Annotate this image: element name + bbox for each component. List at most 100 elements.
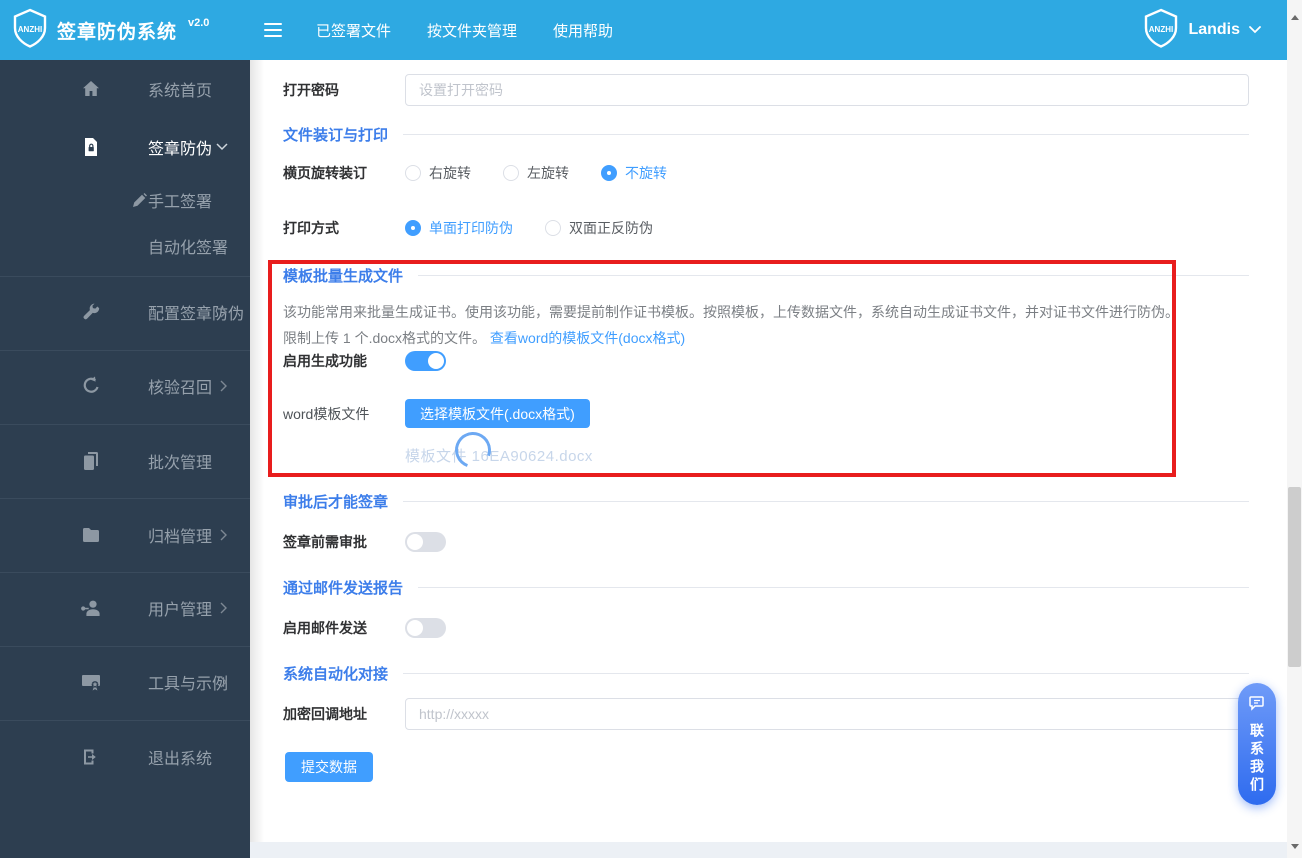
enable-generate-row: 启用生成功能 xyxy=(283,351,446,371)
sidebar-item-config-antifake[interactable]: 配置签章防伪 xyxy=(0,292,250,332)
user-menu[interactable]: ANZHI Landis xyxy=(1143,8,1261,53)
user-avatar: ANZHI xyxy=(1143,8,1179,53)
radio-double-side-print[interactable]: 双面正反防伪 xyxy=(545,218,653,238)
folder-icon xyxy=(80,524,102,546)
approval-toggle[interactable] xyxy=(405,532,446,552)
user-key-icon xyxy=(80,597,102,619)
chevron-right-icon xyxy=(220,602,228,614)
radio-circle-icon xyxy=(601,165,617,181)
brand[interactable]: ANZHI 签章防伪系统 v2.0 xyxy=(0,8,242,53)
section-template-generate: 模板批量生成文件 xyxy=(283,265,1249,286)
brand-logo-icon: ANZHI xyxy=(12,8,48,53)
app-version: v2.0 xyxy=(188,17,210,29)
template-doc-link[interactable]: 查看word的模板文件(docx格式) xyxy=(490,330,685,346)
scrollbar-up-arrow[interactable] xyxy=(1287,10,1302,25)
menu-toggle-button[interactable] xyxy=(258,17,288,43)
sidebar-item-verify-recall[interactable]: 核验召回 xyxy=(0,366,250,406)
print-mode-row: 打印方式 单面打印防伪 双面正反防伪 xyxy=(283,218,685,238)
sidebar-item-user-management[interactable]: 用户管理 xyxy=(0,588,250,628)
sidebar-item-home[interactable]: 系统首页 xyxy=(0,69,250,109)
wrench-icon xyxy=(80,301,102,323)
callback-row: 加密回调地址 xyxy=(283,698,1249,730)
doc-lock-icon xyxy=(80,136,102,158)
word-template-label: word模板文件 xyxy=(283,405,370,422)
section-binding-print: 文件装订与打印 xyxy=(283,124,1249,145)
rotate-binding-row: 横页旋转装订 右旋转 左旋转 不旋转 xyxy=(283,163,699,183)
top-header: ANZHI 签章防伪系统 v2.0 已签署文件 按文件夹管理 使用帮助 ANZH… xyxy=(0,0,1287,60)
top-navigation: 已签署文件 按文件夹管理 使用帮助 xyxy=(316,20,613,41)
sidebar-divider xyxy=(0,498,250,499)
section-rule xyxy=(403,501,1249,502)
mail-row: 启用邮件发送 xyxy=(283,618,446,638)
app-title: 签章防伪系统 xyxy=(57,21,178,43)
sidebar-item-batch-management[interactable]: 批次管理 xyxy=(0,441,250,481)
nav-help[interactable]: 使用帮助 xyxy=(553,20,613,41)
section-rule xyxy=(403,134,1249,135)
page-scrollbar[interactable] xyxy=(1287,0,1302,858)
radio-circle-icon xyxy=(545,220,561,236)
brand-logo-text: ANZHI xyxy=(18,25,42,34)
home-icon xyxy=(80,78,102,100)
section-rule xyxy=(418,275,1249,276)
sidebar: 系统首页 签章防伪 手工签署 自动化签署 配置签章防伪 核验召回 批次管理 归档… xyxy=(0,60,250,858)
nav-signed-files[interactable]: 已签署文件 xyxy=(316,20,391,41)
contact-us-button[interactable]: 联系我们 xyxy=(1238,683,1276,805)
enable-generate-label: 启用生成功能 xyxy=(283,353,367,369)
section-approval: 审批后才能签章 xyxy=(283,491,1249,512)
undo-icon xyxy=(80,375,102,397)
callback-label: 加密回调地址 xyxy=(283,706,367,722)
submit-button[interactable]: 提交数据 xyxy=(285,752,373,782)
sidebar-item-tools-examples[interactable]: 工具与示例 xyxy=(0,662,250,702)
word-template-row: word模板文件 选择模板文件(.docx格式) xyxy=(283,399,590,428)
approval-label: 签章前需审批 xyxy=(283,534,367,550)
scrollbar-thumb[interactable] xyxy=(1288,487,1301,667)
approval-row: 签章前需审批 xyxy=(283,532,446,552)
chevron-down-icon xyxy=(216,143,228,151)
radio-no-rotate[interactable]: 不旋转 xyxy=(601,163,667,183)
sidebar-shadow xyxy=(250,60,264,858)
sidebar-divider xyxy=(0,720,250,721)
app-window: ANZHI 签章防伪系统 v2.0 已签署文件 按文件夹管理 使用帮助 ANZH… xyxy=(0,0,1302,858)
chevron-right-icon xyxy=(220,306,228,318)
radio-circle-icon xyxy=(405,165,421,181)
sidebar-item-auto-sign[interactable]: 自动化签署 xyxy=(0,226,250,266)
sidebar-divider xyxy=(0,276,250,277)
scrollbar-down-arrow[interactable] xyxy=(1287,839,1302,854)
user-name: Landis xyxy=(1188,21,1240,38)
open-password-input[interactable] xyxy=(405,74,1249,106)
choose-template-button[interactable]: 选择模板文件(.docx格式) xyxy=(405,399,590,428)
chevron-right-icon xyxy=(220,529,228,541)
chevron-right-icon xyxy=(220,380,228,392)
print-mode-label: 打印方式 xyxy=(283,220,339,236)
sidebar-item-manual-sign[interactable]: 手工签署 xyxy=(0,180,250,220)
callback-url-input[interactable] xyxy=(405,698,1249,730)
monitor-badge-icon xyxy=(80,671,102,693)
sidebar-item-archive-management[interactable]: 归档管理 xyxy=(0,515,250,555)
mail-toggle[interactable] xyxy=(405,618,446,638)
open-password-row: 打开密码 xyxy=(283,74,1249,106)
enable-generate-toggle[interactable] xyxy=(405,351,446,371)
section-system-api: 系统自动化对接 xyxy=(283,663,1249,684)
sidebar-divider xyxy=(0,646,250,647)
settings-form: 打开密码 文件装订与打印 横页旋转装订 右旋转 左旋转 不旋转 打印方式 单面打… xyxy=(250,60,1287,858)
logout-icon xyxy=(80,746,102,768)
open-password-label: 打开密码 xyxy=(283,82,339,98)
rotate-binding-label: 横页旋转装订 xyxy=(283,165,367,181)
loading-spinner-icon xyxy=(449,426,497,474)
section-rule xyxy=(418,587,1249,588)
svg-text:ANZHI: ANZHI xyxy=(1149,25,1173,34)
page-background-strip xyxy=(250,842,1287,858)
radio-circle-icon xyxy=(405,220,421,236)
sidebar-divider xyxy=(0,572,250,573)
nav-folder-management[interactable]: 按文件夹管理 xyxy=(427,20,517,41)
radio-rotate-left[interactable]: 左旋转 xyxy=(503,163,569,183)
sidebar-divider xyxy=(0,424,250,425)
mail-label: 启用邮件发送 xyxy=(283,620,367,636)
radio-single-side-print[interactable]: 单面打印防伪 xyxy=(405,218,513,238)
radio-circle-icon xyxy=(503,165,519,181)
sidebar-item-sign-antifake[interactable]: 签章防伪 xyxy=(0,127,250,167)
section-rule xyxy=(403,673,1249,674)
sidebar-item-logout[interactable]: 退出系统 xyxy=(0,737,250,777)
radio-rotate-right[interactable]: 右旋转 xyxy=(405,163,471,183)
sidebar-divider xyxy=(0,350,250,351)
